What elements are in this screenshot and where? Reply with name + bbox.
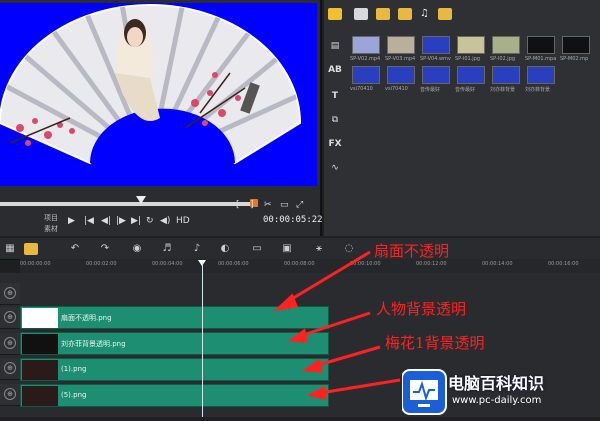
annotation-arrows (273, 250, 401, 400)
annotation-person-transparent: 人物背景透明 (376, 300, 467, 318)
annotation-fan-opaque: 扇面不透明 (374, 242, 450, 260)
watermark-title: 电脑百科知识 (448, 374, 545, 393)
annotation-plum-transparent: 梅花1背景透明 (385, 334, 485, 352)
watermark-url: www.pc-daily.com (452, 395, 542, 406)
